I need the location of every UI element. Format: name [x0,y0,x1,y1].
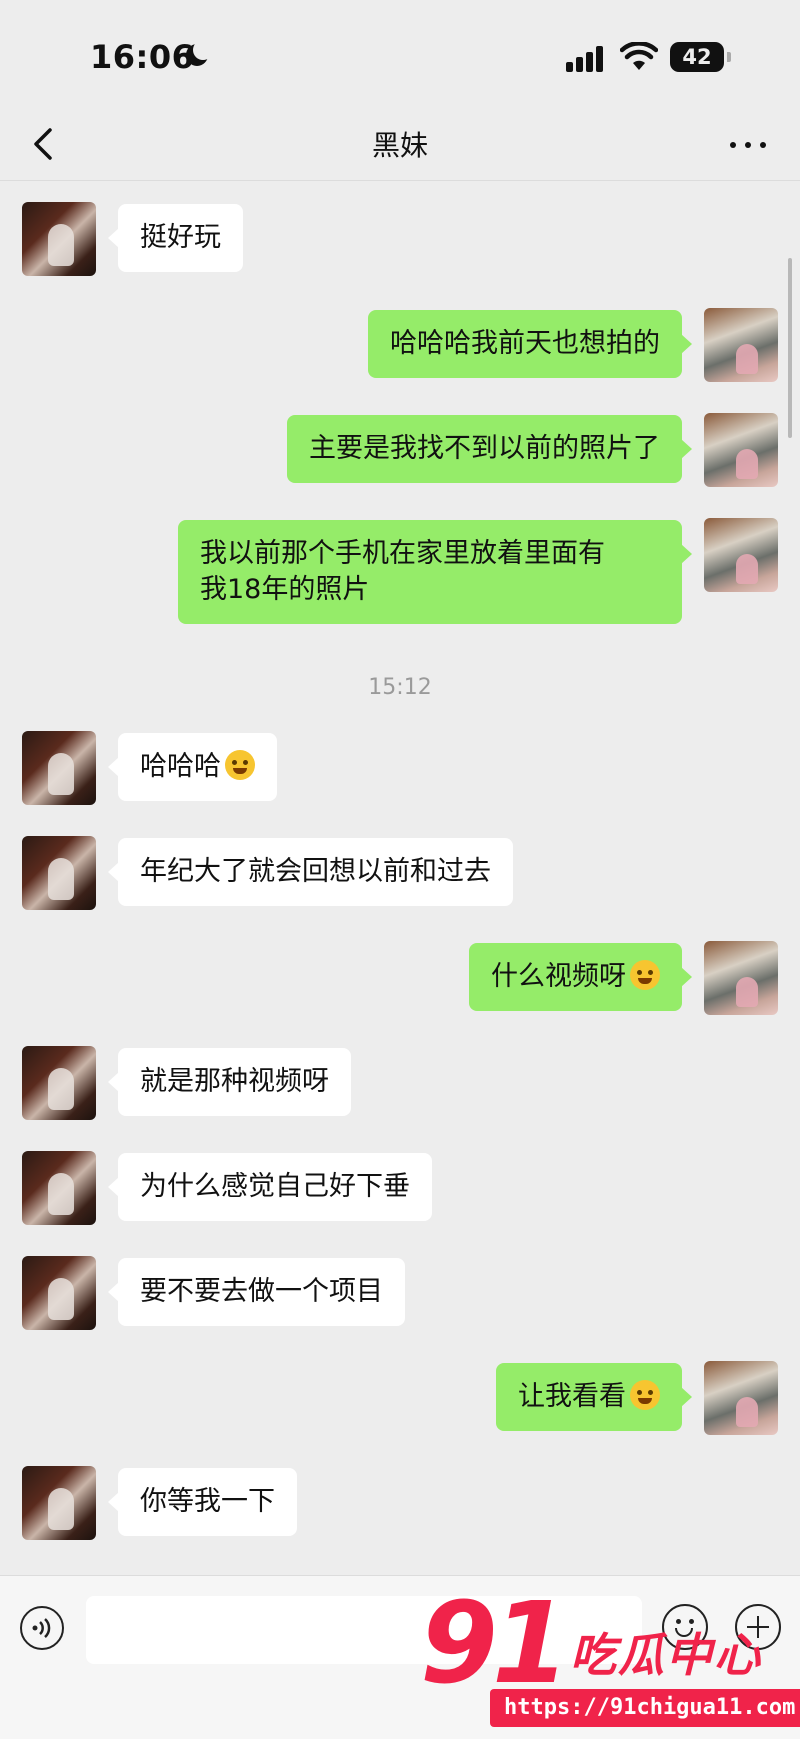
message-bubble[interactable]: 哈哈哈我前天也想拍的 [368,310,692,378]
chat-title: 黑妹 [371,129,428,162]
smile-emoji-icon [630,960,660,990]
battery-level: 42 [682,45,712,69]
ok-hand-emoji-icon [630,1380,660,1410]
message-bubble[interactable]: 什么视频呀 [469,943,692,1011]
input-bar [0,1575,800,1739]
contact-avatar[interactable] [22,1256,96,1330]
my-avatar[interactable] [704,308,778,382]
add-more-icon[interactable] [735,1604,781,1650]
moon-icon [186,40,213,66]
tears-of-joy-emoji-icon [225,750,255,780]
wifi-icon [620,42,658,70]
message-bubble[interactable]: 哈哈哈 [108,733,277,801]
message-bubble[interactable]: 要不要去做一个项目 [108,1258,405,1326]
status-bar: 16:06 42 [0,0,800,110]
contact-avatar[interactable] [22,731,96,805]
message-bubble[interactable]: 主要是我找不到以前的照片了 [287,415,692,483]
more-options-icon[interactable] [728,130,768,160]
battery-icon: 42 [670,42,731,72]
message-bubble[interactable]: 年纪大了就会回想以前和过去 [108,838,513,906]
chat-header: 黑妹 [0,110,800,181]
my-avatar[interactable] [704,413,778,487]
message-input[interactable] [86,1596,642,1664]
my-avatar[interactable] [704,941,778,1015]
contact-avatar[interactable] [22,202,96,276]
cellular-signal-icon [566,46,606,72]
scrollbar[interactable] [788,258,792,438]
message-bubble[interactable]: 挺好玩 [108,204,243,272]
message-bubble[interactable]: 你等我一下 [108,1468,297,1536]
message-text: 什么视频呀 [491,961,626,992]
message-bubble[interactable]: 让我看看 [496,1363,692,1431]
emoji-picker-icon[interactable] [662,1604,708,1650]
message-text: 让我看看 [518,1381,626,1412]
message-bubble[interactable]: 我以前那个手机在家里放着里面有 我18年的照片 [178,520,692,624]
message-list[interactable]: 挺好玩 哈哈哈我前天也想拍的 主要是我找不到以前的照片了 我以前那个手机在家里放… [0,181,800,1571]
contact-avatar[interactable] [22,1151,96,1225]
contact-avatar[interactable] [22,1466,96,1540]
contact-avatar[interactable] [22,836,96,910]
status-time: 16:06 [90,38,195,76]
my-avatar[interactable] [704,518,778,592]
message-bubble[interactable]: 为什么感觉自己好下垂 [108,1153,432,1221]
my-avatar[interactable] [704,1361,778,1435]
message-text: 哈哈哈 [140,751,221,782]
message-bubble[interactable]: 就是那种视频呀 [108,1048,351,1116]
contact-avatar[interactable] [22,1046,96,1120]
voice-input-icon[interactable] [20,1606,64,1650]
message-timestamp: 15:12 [368,675,432,700]
